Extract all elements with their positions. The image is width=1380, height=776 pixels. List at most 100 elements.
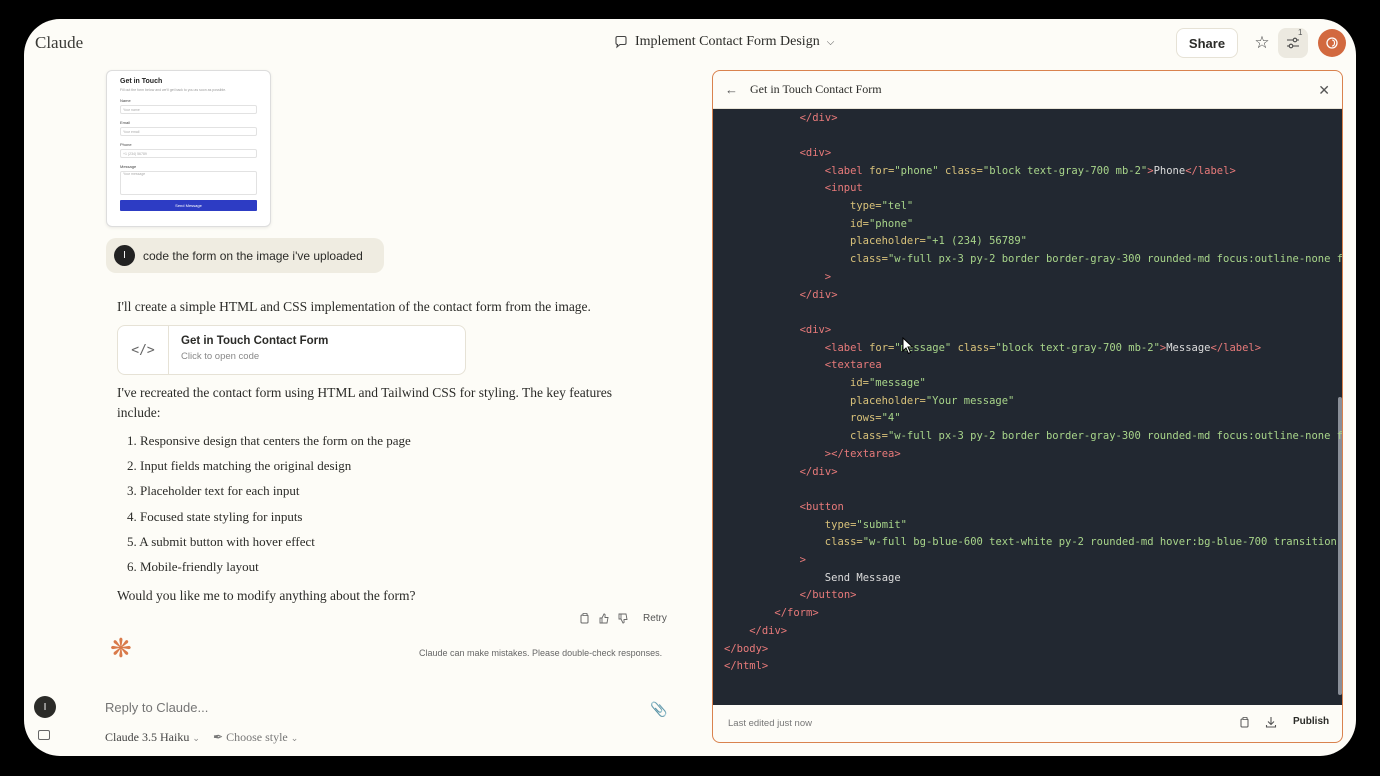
code-token: "message": [868, 377, 926, 389]
thumb-textarea: Your message: [120, 171, 257, 195]
thumb-label-message: Message: [120, 164, 137, 169]
code-line: class="w-full px-3 py-2 border border-gr…: [850, 251, 1343, 269]
sidebar-toggle-icon[interactable]: [38, 730, 50, 740]
code-token: "w-full px-3 py-2 border border-gray-300…: [887, 253, 1343, 266]
code-line: placeholder="+1 (234) 56789": [850, 233, 1027, 251]
code-token: placeholder=: [850, 235, 926, 248]
code-token: id=: [850, 217, 869, 230]
chat-title: Implement Contact Form Design: [635, 34, 820, 49]
code-line: </form>: [774, 605, 818, 623]
code-line: Send Message: [825, 570, 901, 588]
paperclip-icon[interactable]: 📎: [650, 701, 667, 718]
reply-intro: I'll create a simple HTML and CSS implem…: [117, 299, 591, 314]
code-token: </div>: [799, 288, 838, 301]
share-button[interactable]: Share: [1176, 28, 1238, 58]
code-token: </label>: [1185, 164, 1236, 177]
code-token: </body>: [724, 642, 769, 655]
thumb-subtitle: Fill out the form below and we'll get ba…: [120, 88, 227, 92]
last-edited-text: Last edited just now: [728, 717, 812, 729]
code-viewer[interactable]: </div> <div> <label for="phone" class="blo…: [713, 109, 1343, 705]
download-icon[interactable]: [1265, 716, 1277, 728]
code-line: </html>: [724, 658, 768, 676]
uploaded-image-thumbnail[interactable]: Get in Touch Fill out the form below and…: [106, 70, 271, 227]
panel-header: ← Get in Touch Contact Form ✕: [713, 71, 1342, 109]
copy-icon[interactable]: [580, 613, 590, 624]
code-token: "+1 (234) 56789": [925, 235, 1028, 248]
list-item: 2. Input fields matching the original de…: [127, 458, 352, 474]
star-icon[interactable]: ☆: [1250, 31, 1274, 55]
code-line: id="phone": [850, 216, 913, 234]
copy-icon[interactable]: [1240, 717, 1250, 728]
code-token: "tel": [881, 200, 914, 212]
code-token: "Your message": [925, 394, 1015, 407]
artifact-card[interactable]: </> Get in Touch Contact Form Click to o…: [117, 325, 466, 375]
reply-input[interactable]: [105, 700, 605, 715]
code-token: "block text-gray-700 mb-2": [995, 341, 1160, 354]
thumbs-up-icon[interactable]: [599, 613, 609, 624]
code-token: Message: [1166, 341, 1211, 354]
code-token: Send Message: [824, 571, 901, 584]
style-label: Choose style: [226, 730, 288, 744]
code-token: type=: [824, 518, 857, 531]
artifact-subtitle: Click to open code: [181, 351, 260, 362]
code-line: <label for="message" class="block text-g…: [825, 340, 1261, 358]
code-token: <textarea: [824, 359, 882, 372]
app-logo[interactable]: Claude: [35, 33, 83, 53]
code-token: rows=: [850, 412, 882, 425]
code-token: </div>: [749, 624, 788, 637]
thumbs-down-icon[interactable]: [618, 613, 628, 624]
sliders-icon: [1287, 37, 1299, 49]
disclaimer-text: Claude can make mistakes. Please double-…: [419, 648, 663, 658]
code-token: </form>: [774, 607, 819, 620]
code-line: placeholder="Your message": [850, 393, 1014, 411]
list-item: 3. Placeholder text for each input: [127, 483, 300, 499]
retry-button[interactable]: Retry: [643, 613, 667, 624]
code-token: type=: [850, 200, 882, 212]
code-token: class=: [850, 253, 888, 266]
code-token: "4": [881, 412, 901, 425]
thumb-label-email: Email: [120, 120, 131, 125]
style-selector[interactable]: ✒ Choose style ⌄: [213, 730, 298, 745]
publish-button[interactable]: Publish: [1293, 716, 1329, 727]
close-icon[interactable]: ✕: [1318, 82, 1330, 99]
code-token: for=: [869, 164, 895, 177]
code-line: <div>: [800, 145, 832, 163]
code-token: <div>: [799, 323, 832, 336]
thumb-input-email: Your email: [120, 127, 257, 136]
code-token: "submit": [856, 518, 907, 531]
code-token: </button>: [799, 589, 857, 602]
code-token: for=: [869, 341, 895, 354]
code-line: </div>: [749, 623, 787, 641]
thumb-input-name: Your name: [120, 105, 257, 114]
list-item: 5. A submit button with hover effect: [127, 533, 315, 549]
top-bar: Claude Implement Contact Form Design ⌵ S…: [24, 19, 1356, 69]
chevron-down-icon: ⌵: [826, 36, 835, 48]
composer-avatar[interactable]: I: [34, 696, 56, 718]
list-item: 1. Responsive design that centers the fo…: [127, 433, 411, 448]
code-token: <button: [799, 500, 844, 513]
thumb-label-phone: Phone: [120, 142, 132, 147]
profile-avatar[interactable]: [1318, 29, 1346, 57]
code-token: <input: [824, 182, 863, 195]
thumb-title: Get in Touch: [120, 78, 163, 85]
list-item: 4. Focused state styling for inputs: [127, 508, 303, 524]
code-token: <label: [824, 341, 870, 354]
code-token: class=: [951, 341, 996, 354]
code-token: class=: [850, 430, 888, 443]
code-token: "w-full px-3 py-2 border border-gray-300…: [887, 430, 1343, 443]
code-line: ></textarea>: [825, 446, 901, 464]
chat-title-menu[interactable]: Implement Contact Form Design ⌵: [614, 34, 834, 50]
model-selector[interactable]: Claude 3.5 Haiku ⌄: [105, 730, 200, 745]
artifact-title: Get in Touch Contact Form: [181, 335, 329, 347]
code-line: </div>: [800, 110, 838, 128]
code-token: ></textarea>: [824, 447, 901, 460]
code-line: rows="4": [850, 410, 901, 428]
code-line: type="submit": [825, 517, 907, 535]
settings-sliders-button[interactable]: [1278, 28, 1308, 58]
code-line: id="message": [850, 375, 926, 393]
app-window: Claude Implement Contact Form Design ⌵ S…: [24, 19, 1356, 756]
code-token: </html>: [724, 660, 769, 673]
back-arrow-icon[interactable]: ←: [725, 82, 738, 97]
code-line: <input: [825, 180, 863, 198]
message-actions: Retry: [580, 613, 667, 624]
